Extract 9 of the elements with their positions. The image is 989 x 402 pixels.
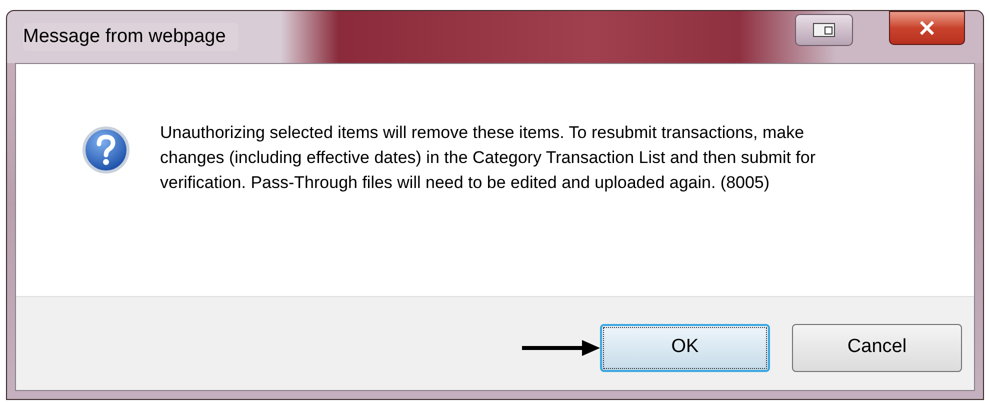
question-icon bbox=[82, 126, 130, 174]
window-mode-button[interactable] bbox=[795, 14, 853, 46]
window-title: Message from webpage bbox=[23, 22, 238, 52]
dialog-button[interactable]: Cancel bbox=[792, 324, 962, 372]
window-icon bbox=[813, 23, 835, 37]
dialog-button[interactable]: OK bbox=[600, 324, 770, 372]
close-icon bbox=[919, 21, 935, 35]
message-text: Unauthorizing selected items will remove these items. To resubmit transactions, make changes (including effective dates) in the Category Transaction List and then submit for verification. Pass-Through files will need to be edited and uploaded again. (8005) bbox=[160, 122, 817, 194]
close-button[interactable] bbox=[889, 11, 965, 45]
